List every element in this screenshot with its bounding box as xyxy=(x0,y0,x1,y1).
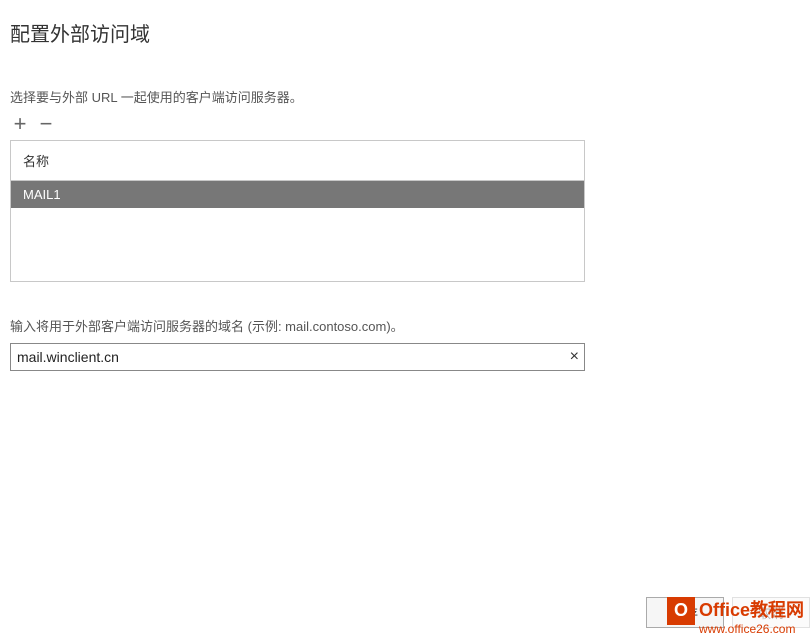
add-icon[interactable]: + xyxy=(10,114,30,134)
clear-icon[interactable]: × xyxy=(570,349,579,365)
page-title: 配置外部访问域 xyxy=(10,18,800,47)
save-button[interactable]: 保存 xyxy=(646,597,724,628)
server-list-table: 名称 MAIL1 xyxy=(10,140,585,282)
domain-input-description: 输入将用于外部客户端访问服务器的域名 (示例: mail.contoso.com… xyxy=(10,316,800,335)
remove-icon[interactable]: − xyxy=(36,114,56,134)
server-toolbar: + − xyxy=(10,114,800,134)
column-header-name[interactable]: 名称 xyxy=(11,141,584,181)
domain-input-wrapper: × xyxy=(10,343,585,371)
dialog-footer: 保存 取消 xyxy=(646,597,810,628)
cancel-button[interactable]: 取消 xyxy=(732,597,810,628)
table-row[interactable]: MAIL1 xyxy=(11,181,584,208)
domain-input[interactable] xyxy=(10,343,585,371)
server-select-description: 选择要与外部 URL 一起使用的客户端访问服务器。 xyxy=(10,87,800,106)
server-list-body[interactable]: MAIL1 xyxy=(11,181,584,281)
